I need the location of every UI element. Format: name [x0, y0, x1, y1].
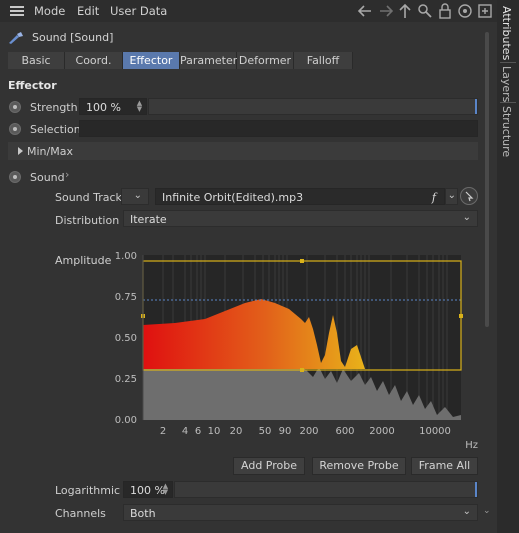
expand-arrow-icon[interactable]: [18, 147, 23, 155]
sound-track-label: Sound Track: [55, 191, 122, 204]
divider: [500, 62, 516, 63]
distribution-dropdown[interactable]: Iterate ⌄: [123, 210, 478, 227]
selection-field[interactable]: [79, 120, 478, 137]
tab-coord[interactable]: Coord.: [65, 52, 123, 69]
tab-effector[interactable]: Effector: [123, 52, 180, 69]
spectrum-svg[interactable]: 1.00 0.75 0.50 0.25 0.00 2 4 6 10 20 50 …: [115, 245, 485, 455]
y-tick: 0.25: [115, 374, 137, 385]
tab-parameter[interactable]: Parameter: [180, 52, 237, 69]
x-tick: 10: [208, 426, 221, 437]
hamburger-menu-icon[interactable]: [10, 6, 24, 16]
x-tick: 10000: [419, 426, 451, 437]
y-tick: 0.50: [115, 333, 137, 344]
x-tick: 2: [160, 426, 166, 437]
add-probe-button[interactable]: Add Probe: [233, 457, 305, 475]
scroll-thumb[interactable]: [485, 32, 489, 327]
scroll-down-icon[interactable]: ⌄: [483, 506, 491, 516]
x-tick: 90: [279, 426, 292, 437]
function-icon[interactable]: f: [432, 191, 436, 204]
chevron-right-icon[interactable]: ›: [65, 168, 69, 181]
logarithmic-label: Logarithmic: [55, 484, 121, 497]
chevron-down-icon: ⌄: [462, 506, 471, 517]
side-panel-tabs: Attributes Layers Structure: [497, 0, 519, 533]
tab-basic[interactable]: Basic: [8, 52, 65, 69]
strength-label: Strength: [30, 101, 78, 114]
section-title-effector: Effector: [8, 79, 57, 92]
tab-deformer[interactable]: Deformer: [237, 52, 294, 69]
x-tick: 4: [182, 426, 188, 437]
sound-track-dropdown[interactable]: ⌄: [445, 188, 458, 205]
menu-edit[interactable]: Edit: [77, 4, 99, 18]
sound-animate-radio[interactable]: [9, 171, 21, 183]
channels-label: Channels: [55, 507, 106, 520]
search-icon[interactable]: [416, 2, 434, 20]
y-tick: 1.00: [115, 251, 137, 262]
arrow-right-icon[interactable]: [377, 2, 395, 20]
probe-handle-right: [459, 314, 463, 318]
x-tick: 6: [195, 426, 201, 437]
sound-track-field[interactable]: Infinite Orbit(Edited).mp3 f: [155, 188, 445, 205]
logarithmic-slider[interactable]: [174, 481, 478, 498]
amplitude-label: Amplitude: [55, 254, 112, 267]
strength-slider[interactable]: [148, 98, 478, 115]
channels-dropdown[interactable]: Both ⌄: [123, 504, 478, 521]
sidetab-layers[interactable]: Layers: [500, 66, 513, 102]
strength-input[interactable]: 100 % ▲ ▼: [79, 98, 147, 115]
frame-all-button[interactable]: Frame All: [411, 457, 478, 475]
remove-probe-button[interactable]: Remove Probe: [312, 457, 406, 475]
arrow-left-icon[interactable]: [356, 2, 374, 20]
sound-track-menu[interactable]: ⌄: [121, 188, 149, 205]
tab-falloff[interactable]: Falloff: [294, 52, 353, 69]
new-panel-icon[interactable]: [476, 2, 494, 20]
probe-handle-bottom: [300, 368, 304, 372]
channels-value: Both: [130, 507, 156, 520]
spectrum-graph[interactable]: 1.00 0.75 0.50 0.25 0.00 2 4 6 10 20 50 …: [115, 245, 485, 455]
slider-handle[interactable]: [475, 482, 477, 497]
x-tick: 200: [299, 426, 318, 437]
sound-effector-icon: [8, 31, 24, 45]
probe-handle-top: [300, 259, 304, 263]
object-title: Sound [Sound]: [32, 31, 114, 44]
strength-value: 100 %: [86, 101, 121, 114]
minmax-group[interactable]: Min/Max: [8, 142, 478, 160]
sidetab-attributes[interactable]: Attributes: [500, 6, 513, 60]
chevron-down-icon: ⌄: [133, 190, 142, 201]
menu-bar: Mode Edit User Data: [0, 0, 497, 22]
selection-label: Selection: [30, 123, 81, 136]
distribution-value: Iterate: [130, 213, 167, 226]
logarithmic-input[interactable]: 100 % ▲ ▼: [123, 481, 173, 498]
logarithmic-value: 100 %: [130, 484, 165, 497]
spinner-icon[interactable]: ▲ ▼: [135, 100, 144, 113]
strength-animate-radio[interactable]: [9, 101, 21, 113]
arrow-up-icon[interactable]: [396, 2, 414, 20]
y-tick: 0.75: [115, 292, 137, 303]
x-tick: 20: [230, 426, 243, 437]
x-tick: 600: [335, 426, 354, 437]
chevron-down-icon: ⌄: [447, 190, 456, 201]
y-tick: 0.00: [115, 415, 137, 426]
sidetab-structure[interactable]: Structure: [500, 106, 513, 157]
spinner-icon[interactable]: ▲ ▼: [161, 483, 170, 496]
x-tick: 2000: [369, 426, 394, 437]
selection-animate-radio[interactable]: [9, 123, 21, 135]
pick-object-icon[interactable]: [460, 187, 478, 205]
menu-mode[interactable]: Mode: [34, 4, 65, 18]
x-tick: 50: [259, 426, 272, 437]
x-unit-label: Hz: [465, 440, 478, 451]
chevron-down-icon: ⌄: [462, 212, 471, 223]
sound-label: Sound: [30, 171, 65, 184]
lock-icon[interactable]: [436, 2, 454, 20]
attribute-tabs: Basic Coord. Effector Parameter Deformer…: [8, 52, 353, 69]
distribution-label: Distribution: [55, 214, 120, 227]
menu-user-data[interactable]: User Data: [110, 4, 167, 18]
slider-handle[interactable]: [475, 99, 477, 114]
scrollbar[interactable]: ⌄: [483, 22, 491, 522]
divider: [500, 102, 516, 103]
sound-track-filename: Infinite Orbit(Edited).mp3: [162, 191, 304, 204]
target-icon[interactable]: [456, 2, 474, 20]
minmax-label: Min/Max: [27, 145, 73, 158]
